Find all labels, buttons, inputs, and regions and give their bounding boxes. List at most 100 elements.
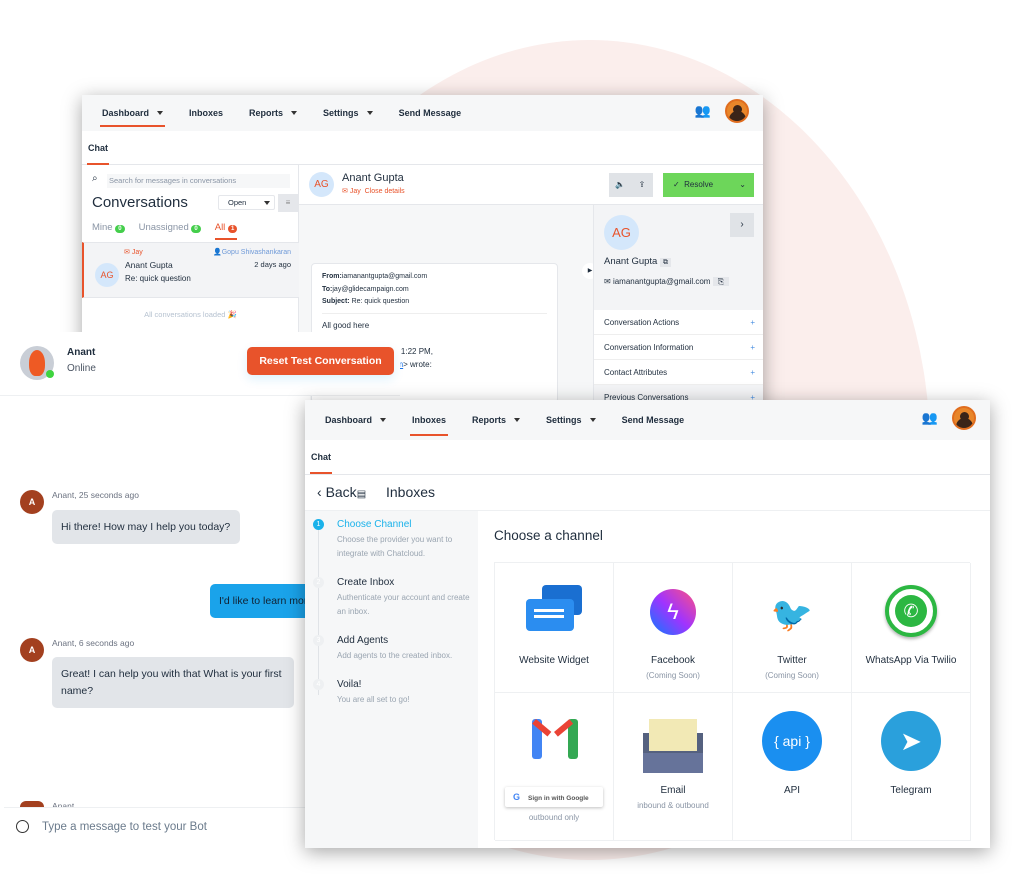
search-icon: ⌕ — [92, 173, 98, 184]
user-message: I'd like to learn more — [210, 584, 320, 618]
tab-chat[interactable]: Chat — [82, 131, 763, 165]
reset-test-conversation-button[interactable]: Reset Test Conversation — [247, 347, 394, 375]
status-select[interactable]: Open — [218, 195, 275, 210]
section-conversation-actions[interactable]: Conversation Actions + — [594, 310, 763, 335]
share-button[interactable]: ⇪ — [631, 173, 653, 197]
channel-twitter[interactable]: 🐦 Twitter (Coming Soon) — [733, 563, 852, 693]
channel-label: Telegram — [890, 785, 932, 796]
page-title: Inboxes — [386, 484, 436, 500]
plus-icon: + — [750, 343, 755, 352]
step-title: Add Agents — [337, 635, 389, 646]
from-label: From: — [322, 273, 342, 280]
count-badge: 0 — [115, 225, 125, 233]
resolve-label: Resolve — [684, 180, 714, 189]
nav-settings[interactable]: Settings — [546, 400, 596, 440]
users-icon[interactable]: 👥 — [695, 103, 711, 119]
tab-unassigned[interactable]: Unassigned 0 — [139, 222, 201, 240]
tab-label: Mine — [92, 222, 113, 233]
nav-inboxes[interactable]: Inboxes — [410, 400, 449, 440]
nav-send-message[interactable]: Send Message — [622, 400, 685, 440]
tab-mine[interactable]: Mine 0 — [92, 222, 125, 240]
nav-reports[interactable]: Reports — [472, 400, 521, 440]
step-choose-channel: 1 Choose Channel Choose the provider you w… — [305, 519, 478, 561]
channel-label: Website Widget — [519, 655, 589, 666]
step-add-agents: 3 Add Agents Add agents to the created inb… — [305, 635, 478, 663]
channel-website-widget[interactable]: Website Widget — [495, 563, 614, 693]
sender-avatar: A — [20, 490, 44, 514]
avatar[interactable] — [725, 99, 749, 123]
section-contact-attributes[interactable]: Contact Attributes + — [594, 360, 763, 385]
emoji-icon[interactable] — [16, 820, 29, 833]
chat-bubbles-icon — [524, 585, 584, 645]
nav-settings[interactable]: Settings — [323, 95, 373, 131]
tab-all[interactable]: All 1 — [214, 222, 238, 240]
status-value: Open — [228, 198, 247, 207]
page-title: Conversations — [92, 194, 188, 211]
nav-dashboard[interactable]: Dashboard — [99, 95, 166, 131]
conversation-header: AG Anant Gupta ✉ Jay Close details — [299, 165, 593, 205]
count-badge: 0 — [191, 225, 201, 233]
chevron-right-icon[interactable]: › — [730, 213, 754, 237]
search-input[interactable]: Search for messages in conversations — [107, 174, 290, 188]
copy-icon[interactable]: ⎘ — [712, 277, 730, 286]
telegram-icon: ➤ — [881, 711, 941, 771]
caret-icon — [291, 111, 298, 118]
message-preview: Re: quick question — [125, 274, 191, 283]
channel-label: Facebook — [651, 655, 695, 666]
message-input[interactable]: Type a message to test your Bot — [4, 807, 310, 850]
step-desc: Add agents to the created inbox. — [337, 651, 453, 660]
subject-value: Re: quick question — [351, 298, 410, 305]
bot-message: Great! I can help you with that What is … — [52, 657, 294, 708]
users-icon[interactable]: 👥 — [922, 410, 938, 426]
channel-whatsapp[interactable]: ✆ WhatsApp Via Twilio — [852, 563, 971, 693]
channel-email[interactable]: Email inbound & outbound — [614, 693, 733, 841]
nav-reports[interactable]: Reports — [249, 95, 298, 131]
gmail-icon — [524, 719, 584, 763]
tab-label: Chat — [310, 452, 332, 474]
quoted-line: > wrote: — [403, 359, 432, 369]
external-link-icon[interactable]: ⧉ — [660, 258, 671, 267]
step-title: Create Inbox — [337, 577, 395, 588]
channel-sub: inbound & outbound — [637, 801, 709, 810]
step-create-inbox: 2 Create Inbox Authenticate your account a… — [305, 577, 478, 619]
bot-message: Hi there! How may I help you today? — [52, 510, 240, 544]
plus-icon: + — [750, 318, 755, 327]
contact-avatar: AG — [309, 172, 334, 197]
nav-dashboard[interactable]: Dashboard — [325, 400, 387, 440]
conversation-item[interactable]: ✉ Jay 👤Gopu Shivashankaran AG Anant Gupt… — [82, 242, 299, 298]
back-button[interactable]: ‹ Back▤ — [317, 484, 366, 500]
list-footer: All conversations loaded 🎉 — [144, 310, 237, 319]
nav-label: Dashboard — [102, 108, 150, 118]
whatsapp-icon: ✆ — [881, 585, 941, 645]
step-number: 2 — [313, 577, 324, 588]
close-details-link[interactable]: Close details — [365, 188, 405, 195]
step-desc: Authenticate your account and create an … — [337, 593, 470, 616]
inbox-name: Jay — [131, 249, 143, 256]
subject-label: Subject: — [322, 298, 350, 305]
nav-send-message[interactable]: Send Message — [399, 95, 462, 131]
to-value: jay@glidecampaign.com — [332, 285, 409, 293]
nav-label: Settings — [546, 415, 582, 425]
sign-in-with-google-button[interactable]: G Sign in with Google — [505, 787, 603, 807]
step-number: 4 — [313, 679, 324, 690]
mute-button[interactable]: 🔈 — [609, 173, 631, 197]
caret-icon — [589, 418, 596, 425]
section-conversation-information[interactable]: Conversation Information + — [594, 335, 763, 360]
resolve-button[interactable]: ✓ Resolve ⌄ — [663, 173, 754, 197]
nav-label: Send Message — [398, 108, 462, 118]
step-desc: Choose the provider you want to integrat… — [337, 535, 453, 558]
channel-gmail[interactable]: G Sign in with Google outbound only — [495, 693, 614, 841]
nav-label: Inboxes — [189, 108, 224, 118]
chevron-down-icon[interactable]: ⌄ — [739, 173, 746, 197]
filter-button[interactable]: ≡ — [278, 194, 298, 212]
avatar[interactable] — [952, 406, 976, 430]
channel-api[interactable]: { api } API — [733, 693, 852, 841]
channel-telegram[interactable]: ➤ Telegram — [852, 693, 971, 841]
nav-inboxes[interactable]: Inboxes — [189, 95, 223, 131]
api-icon-text: { api } — [762, 711, 822, 771]
channel-sub: outbound only — [528, 813, 580, 822]
channel-facebook[interactable]: ϟ Facebook (Coming Soon) — [614, 563, 733, 693]
sender-avatar: A — [20, 638, 44, 662]
tab-chat[interactable]: Chat — [305, 440, 990, 475]
timestamp: 2 days ago — [254, 260, 291, 269]
